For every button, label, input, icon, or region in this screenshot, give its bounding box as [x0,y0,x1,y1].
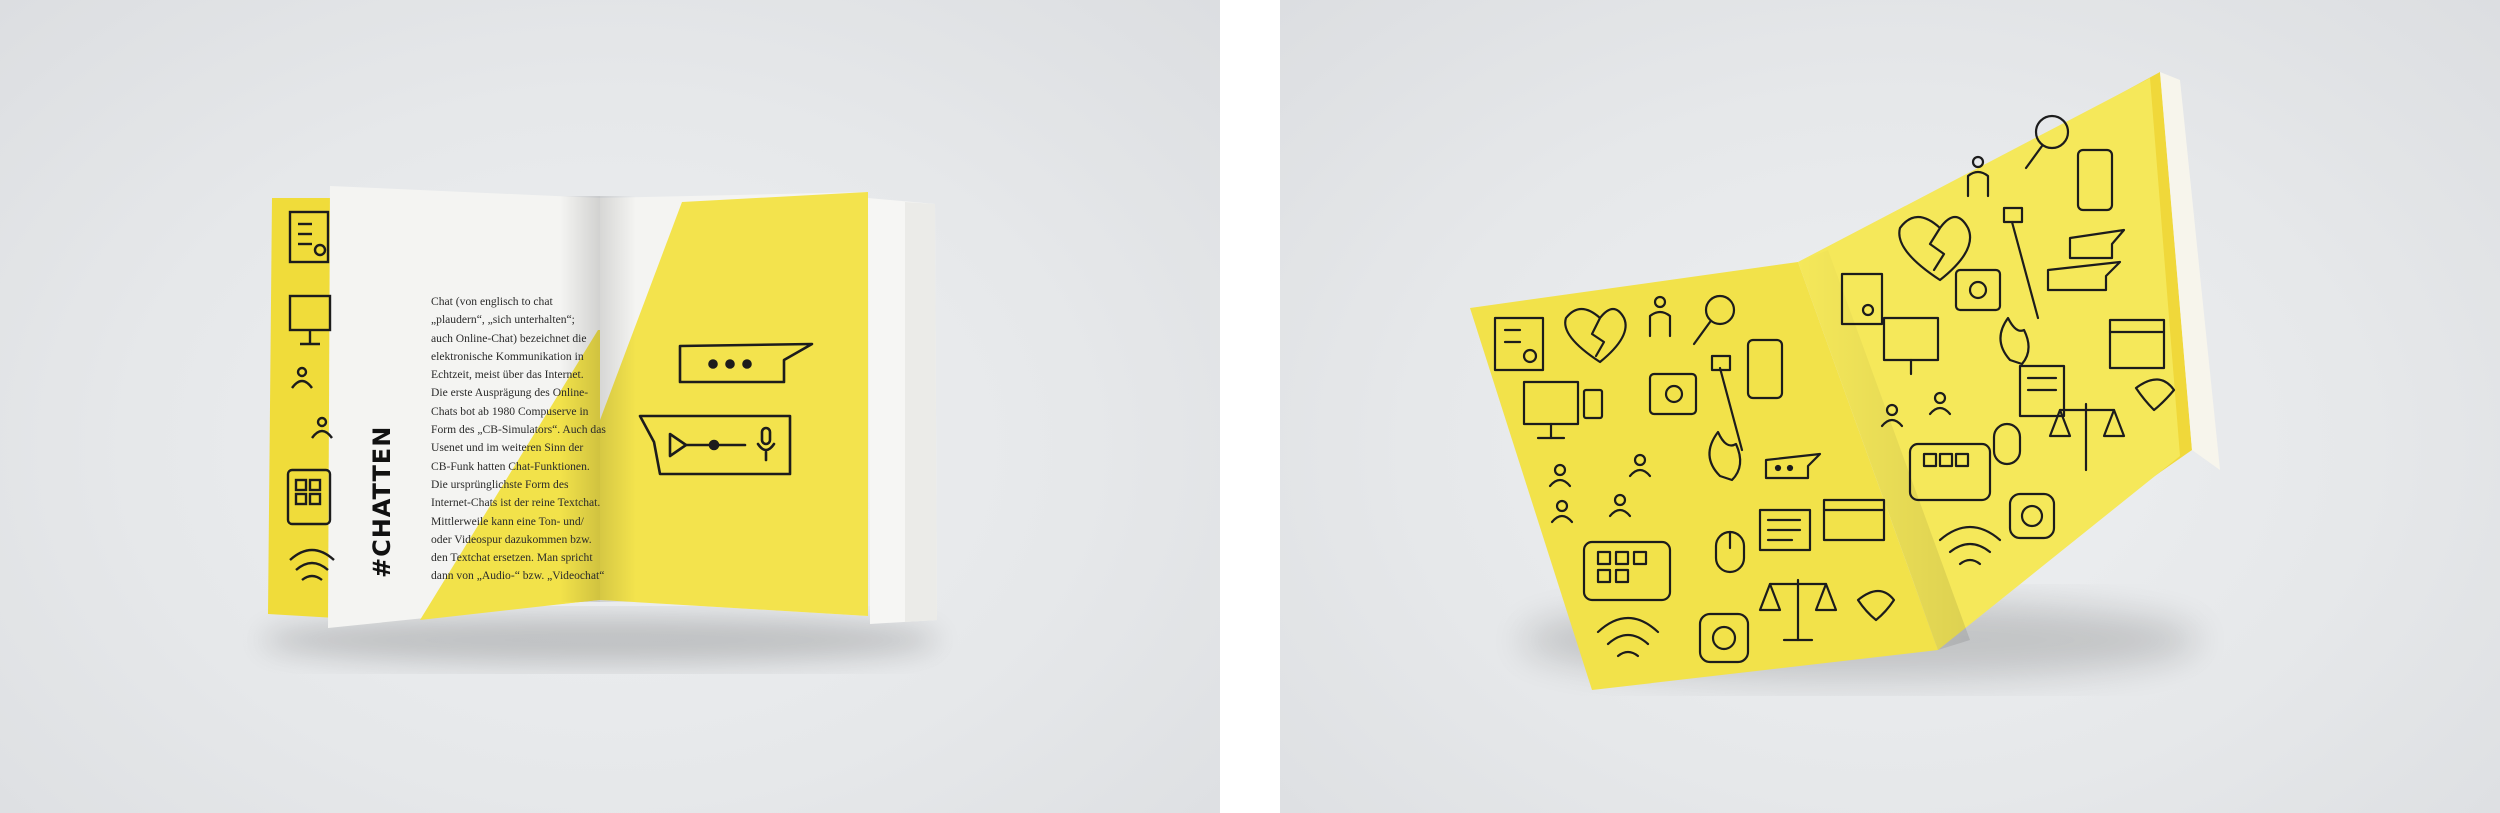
icon-booklet-illustration [1470,72,2220,690]
person-icon [1971,155,1985,169]
page-heading-chatten: #CHATTEN [368,425,396,578]
photo-open-booklet-icons [1280,0,2500,813]
photo-open-booklet-chatten: Chat (von englisch to chat „plaudern“, „… [0,0,1220,813]
chat-definition-text: Chat (von englisch to chat „plaudern“, „… [431,295,606,583]
